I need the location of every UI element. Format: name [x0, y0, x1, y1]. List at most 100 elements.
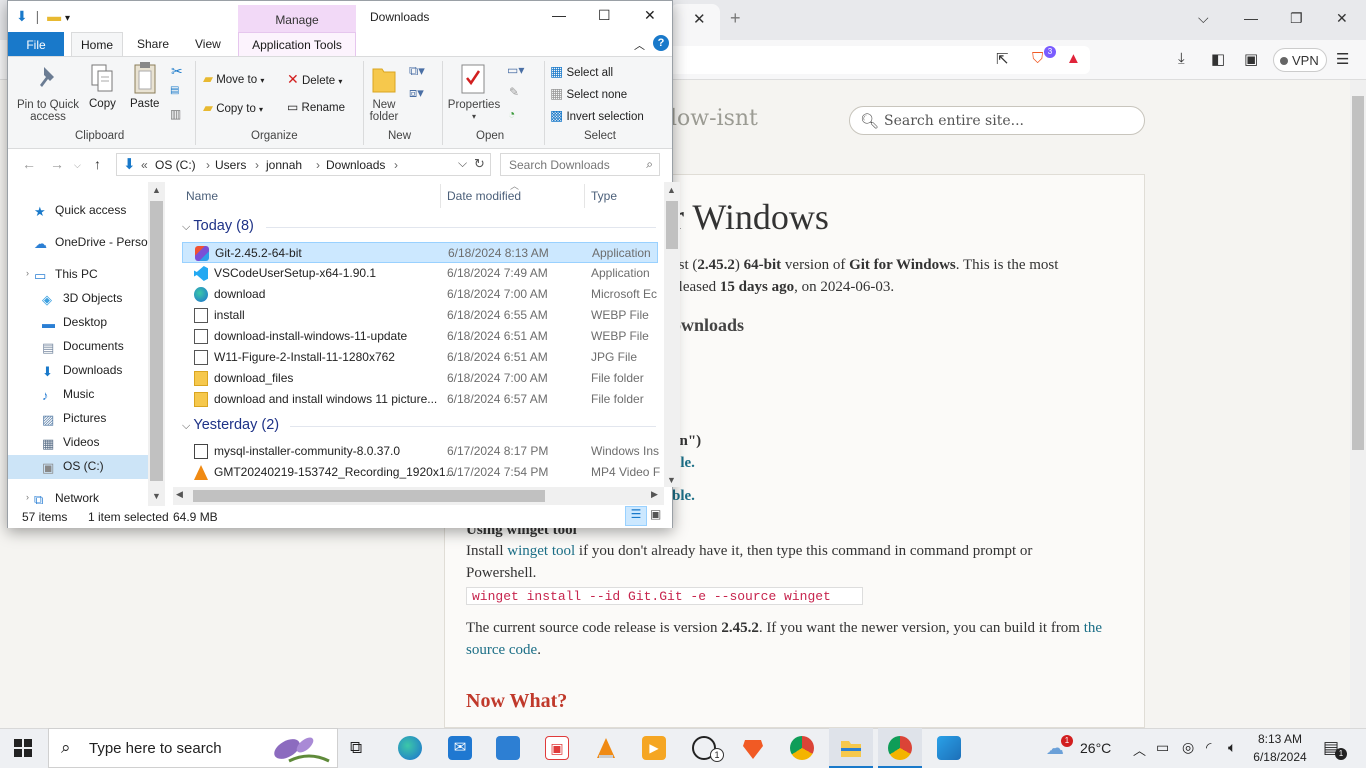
help-icon[interactable]: ?	[653, 35, 669, 51]
group-header[interactable]: ⌵ Yesterday (2)	[182, 417, 279, 433]
edit-icon[interactable]: ✎	[509, 85, 519, 99]
video-editor-app-icon[interactable]: ▶	[642, 736, 666, 760]
file-row[interactable]: install 6/18/2024 6:55 AM WEBP File	[182, 305, 658, 326]
properties-button[interactable]: Properties ▾	[445, 99, 503, 123]
menu-icon[interactable]: ☰	[1336, 50, 1349, 68]
breadcrumb-os-c[interactable]: OS (C:)	[155, 158, 196, 172]
expand-chevron-icon[interactable]: ›	[26, 268, 29, 278]
file-row[interactable]: download_files 6/18/2024 7:00 AM File fold…	[182, 368, 658, 389]
address-breadcrumb[interactable]: ⬇ « OS (C:) › Users › jonnah › Downloads…	[116, 153, 491, 176]
file-row[interactable]: download and install windows 11 picture.…	[182, 389, 658, 410]
tab-file[interactable]: File	[8, 32, 64, 56]
close-tab-icon[interactable]: ✕	[693, 10, 706, 28]
file-row[interactable]: W11-Figure-2-Install-11-1280x762 6/18/202…	[182, 347, 658, 368]
file-row[interactable]: GMT20240219-153742_Recording_1920x1... 6/…	[182, 462, 660, 483]
move-to-button[interactable]: ▰ Move to ▾	[203, 71, 264, 87]
breadcrumb-users[interactable]: Users	[215, 158, 246, 172]
breadcrumb-jonnah[interactable]: jonnah	[266, 158, 302, 172]
history-icon[interactable]: ◔	[508, 107, 515, 121]
show-hidden-icons-chevron-icon[interactable]: ︿	[1133, 740, 1146, 759]
expand-chevron-icon[interactable]: ›	[26, 492, 29, 502]
nav-item-desktop[interactable]: ▬ Desktop	[42, 315, 107, 331]
nav-item-music[interactable]: ♪ Music	[42, 387, 94, 403]
page-scrollbar-thumb[interactable]	[1352, 96, 1364, 450]
files-scroll-up-icon[interactable]: ▲	[667, 185, 676, 195]
file-row[interactable]: mysql-installer-community-8.0.37.0 6/17/2…	[182, 441, 659, 462]
paste-icon[interactable]	[132, 61, 158, 95]
gift-app-icon[interactable]: ▣	[545, 736, 569, 760]
column-name[interactable]: Name	[186, 189, 218, 203]
customize-qat-icon[interactable]: ▾	[65, 13, 70, 24]
nav-item-pictures[interactable]: ▨ Pictures	[42, 411, 106, 427]
source-code-link[interactable]: the	[1084, 620, 1102, 636]
collapse-chevron-icon[interactable]: ⌵	[182, 221, 193, 233]
new-folder-qat-icon[interactable]: ▬	[47, 8, 61, 24]
collapse-chevron-icon[interactable]: ⌵	[182, 420, 193, 432]
wifi-icon[interactable]: ◜	[1206, 739, 1211, 756]
taskbar-search-box[interactable]: ⌕ Type here to search	[48, 728, 338, 768]
minimize-button[interactable]: —	[552, 7, 566, 23]
invert-selection-button[interactable]: ▩ Invert selection	[550, 107, 644, 124]
nav-item-this-pc[interactable]: ▭ This PC	[34, 267, 98, 283]
address-dropdown-icon[interactable]: ⌵	[458, 156, 467, 171]
maximize-button[interactable]: ☐	[598, 7, 611, 24]
delete-button[interactable]: ✕ Delete ▾	[287, 71, 342, 88]
open-icon[interactable]: ▭▾	[507, 63, 524, 77]
file-list-vscrollbar-thumb[interactable]	[666, 201, 678, 249]
new-folder-icon[interactable]	[370, 63, 398, 95]
chrome-profile-app-icon[interactable]	[888, 736, 912, 760]
recent-locations-icon[interactable]: ⌵	[74, 160, 81, 171]
file-row[interactable]: download-install-windows-11-update 6/18/2…	[182, 326, 658, 347]
nav-scroll-up-icon[interactable]: ▲	[152, 185, 161, 195]
files-scroll-down-icon[interactable]: ▼	[667, 475, 676, 485]
new-item-icon[interactable]: ⧉▾	[409, 63, 425, 79]
store-app-icon[interactable]	[496, 736, 520, 760]
rename-button[interactable]: ▭ Rename	[287, 100, 345, 114]
winget-command-code[interactable]: winget install --id Git.Git -e --source …	[466, 587, 863, 605]
select-none-button[interactable]: ▦ Select none	[550, 85, 627, 102]
copy-to-button[interactable]: ▰ Copy to ▾	[203, 100, 263, 116]
copy-button[interactable]: Copy	[89, 98, 116, 110]
properties-qat-icon[interactable]: ⬇	[16, 8, 28, 24]
nav-item-network[interactable]: ⧉ Network	[34, 491, 99, 507]
vpn-button[interactable]: VPN	[1273, 48, 1327, 72]
brave-app-icon[interactable]	[741, 736, 765, 760]
nav-item-videos[interactable]: ▦ Videos	[42, 435, 99, 451]
easy-access-icon[interactable]: ⧈▾	[409, 85, 424, 101]
details-view-icon[interactable]: ☰	[625, 506, 647, 526]
winget-link[interactable]: winget tool	[507, 543, 575, 559]
brave-shields-icon[interactable]: ⛉	[1032, 50, 1043, 67]
refresh-icon[interactable]: ↻	[474, 156, 485, 172]
file-list-hscrollbar-thumb[interactable]	[193, 490, 545, 502]
forward-button[interactable]: →	[50, 156, 64, 172]
file-explorer-app-icon[interactable]	[839, 736, 863, 760]
tab-application-tools[interactable]: Application Tools	[238, 32, 356, 56]
collapse-ribbon-icon[interactable]: ︿	[634, 37, 645, 53]
share-icon[interactable]: ⇱	[996, 50, 1009, 68]
paste-button[interactable]: Paste	[130, 98, 159, 110]
tab-search-chevron-icon[interactable]: ⌵	[1198, 10, 1209, 27]
pin-icon[interactable]	[36, 65, 60, 95]
paste-shortcut-icon[interactable]: ▥	[170, 107, 181, 121]
select-all-button[interactable]: ▦ Select all	[550, 63, 613, 80]
download-link-fragment[interactable]: ble.	[672, 485, 695, 507]
properties-icon[interactable]	[460, 63, 486, 95]
pin-to-quick-access-button[interactable]: Pin to Quick access	[13, 99, 83, 123]
downloads-icon[interactable]: ⤓	[1178, 50, 1185, 67]
mail-app-icon[interactable]: ✉	[448, 736, 472, 760]
brave-rewards-icon[interactable]: ▲	[1066, 50, 1081, 67]
manage-contextual-tab[interactable]: Manage	[238, 5, 356, 32]
nav-item-quick-access[interactable]: ★ Quick access	[34, 203, 126, 219]
copy-path-icon[interactable]: ▤	[170, 85, 179, 96]
close-button[interactable]: ✕	[644, 7, 656, 24]
file-row[interactable]: download 6/18/2024 7:00 AM Microsoft Ec	[182, 284, 658, 305]
source-code-link[interactable]: source code	[466, 642, 537, 658]
nav-item-onedrive-person[interactable]: ☁ OneDrive - Person	[34, 235, 154, 251]
nav-item-os-c[interactable]: ▣ OS (C:)	[42, 459, 104, 475]
vlc-app-icon[interactable]	[594, 736, 618, 760]
nav-item-downloads[interactable]: ⬇ Downloads	[42, 363, 122, 379]
cut-icon[interactable]: ✂	[171, 63, 183, 80]
photos-app-icon[interactable]	[937, 736, 961, 760]
nav-scrollbar-thumb[interactable]	[150, 201, 163, 481]
copy-icon[interactable]	[89, 63, 115, 95]
